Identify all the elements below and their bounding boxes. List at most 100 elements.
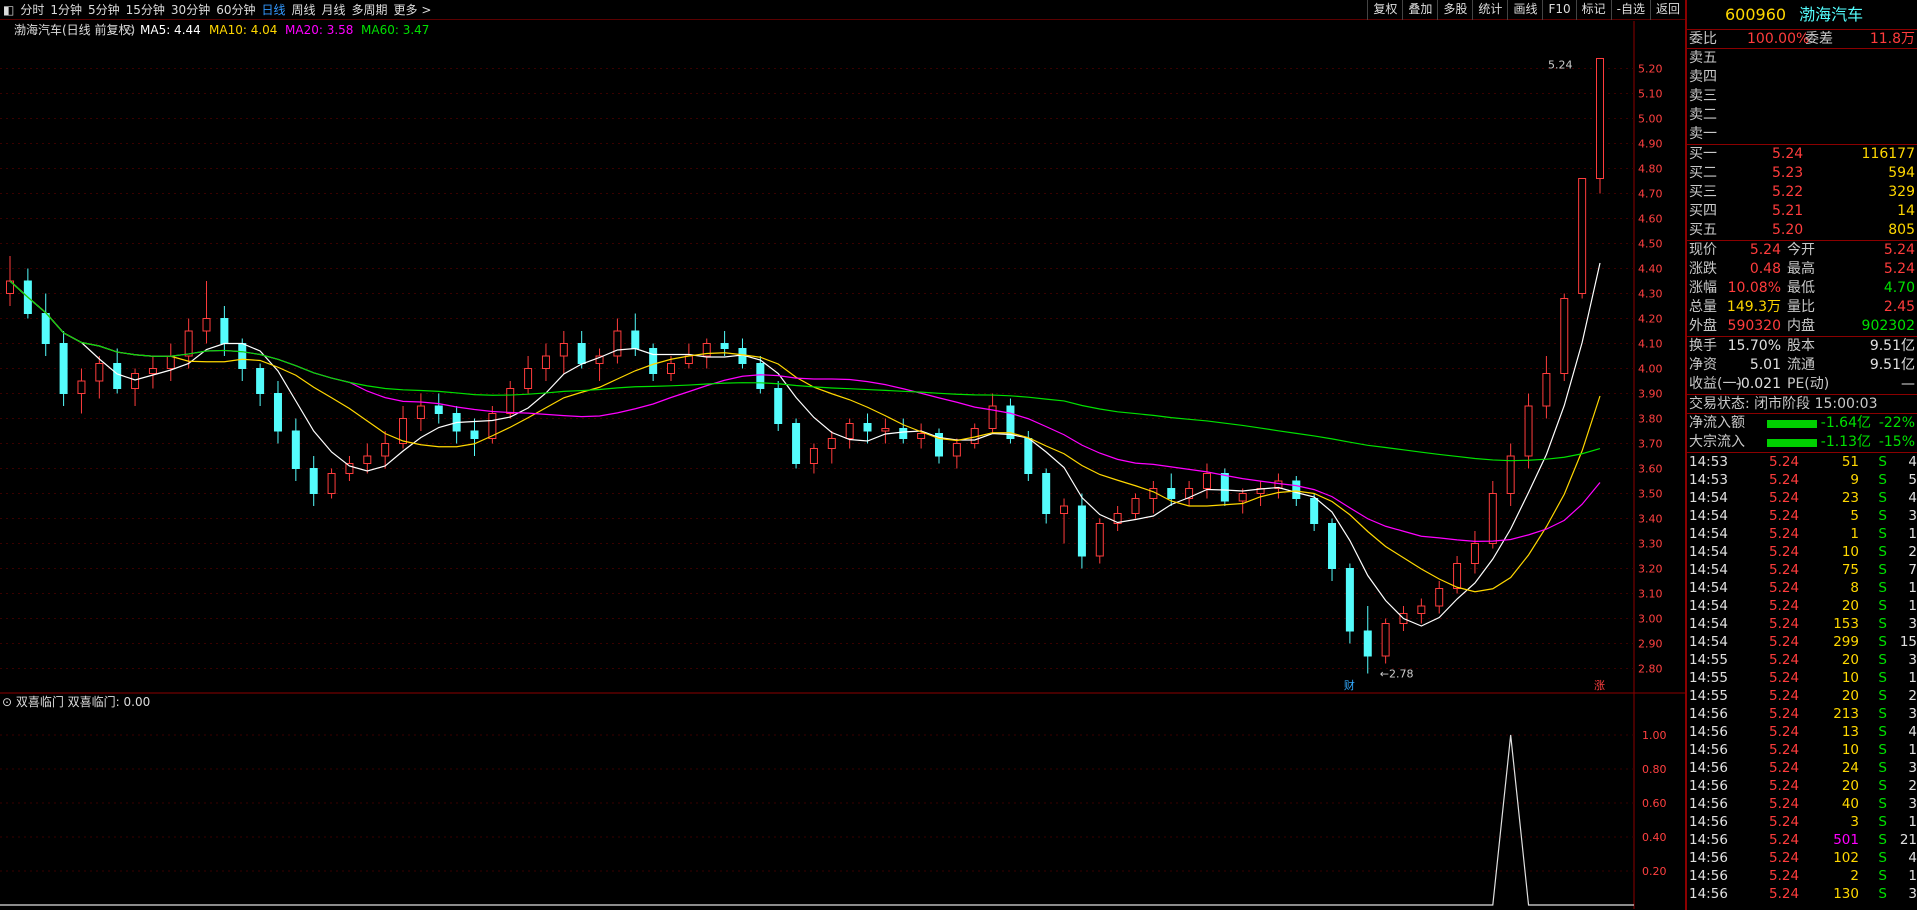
tick-count: 1 (1908, 580, 1917, 596)
quote-value: 149.3万 (1726, 299, 1781, 315)
candle-body (238, 343, 247, 369)
tick-count: 2 (1908, 544, 1917, 560)
kline-chart[interactable]: 5.20 5.10 5.00 4.90 4.80 4.70 4.60 4.50 4.40 4.30… (0, 21, 1685, 909)
tool-button[interactable]: 叠加 (1402, 0, 1437, 20)
period-tab[interactable]: 分时 (17, 1, 47, 18)
period-tab[interactable]: 日线 (258, 1, 288, 18)
tick-volume: 10 (1841, 742, 1859, 758)
period-tab[interactable]: 多周期 (349, 1, 391, 18)
candle-body (291, 430, 300, 469)
tool-button[interactable]: 画线 (1507, 0, 1542, 20)
candle-body (166, 355, 175, 369)
tick-count: 1 (1908, 670, 1917, 686)
candle-body (899, 428, 908, 439)
y-tick-label: 4.00 (1638, 363, 1663, 376)
tick-row: 14:56 5.24 102 S 4 (1687, 849, 1917, 867)
tick-count: 1 (1908, 868, 1917, 884)
tick-time: 14:55 (1689, 652, 1728, 668)
period-toolbar: ◧ 分时 1分钟 5分钟 15分钟 30分钟 60分钟 日线 周线 月线 多周期 更多 > 复权 叠加多… (0, 0, 1685, 20)
fund-flows: 净流入额 -1.64亿 -22% 大宗流入 -1.13亿 -15% (1687, 414, 1917, 453)
period-tab[interactable]: 5分钟 (85, 1, 123, 18)
corner-icon[interactable]: ◧ (0, 3, 17, 17)
period-tab[interactable]: 周线 (289, 1, 319, 18)
candle-body (41, 313, 50, 344)
tick-count: 3 (1908, 886, 1917, 902)
period-tab[interactable]: 1分钟 (47, 1, 85, 18)
tool-buttons: 复权 叠加 多股 统计 画线 F10 标记 -自选 返回 (1367, 0, 1685, 20)
candle-body (1453, 563, 1462, 589)
tool-button[interactable]: F10 (1542, 0, 1575, 20)
tick-volume: 20 (1841, 778, 1859, 794)
tick-row: 14:56 5.24 501 S 21 (1687, 831, 1917, 849)
buy-level: 买一 5.24 116177 (1687, 145, 1917, 164)
period-tab[interactable]: 月线 (319, 1, 349, 18)
candle-body (1310, 498, 1319, 524)
cai-marker[interactable]: 财 (1344, 678, 1355, 692)
tick-row: 14:53 5.24 9 S 5 (1687, 471, 1917, 489)
tool-button[interactable]: 返回 (1649, 0, 1685, 20)
period-tab[interactable]: 60分钟 (213, 1, 258, 18)
tick-row: 14:53 5.24 51 S 4 (1687, 453, 1917, 471)
tool-button[interactable]: 统计 (1472, 0, 1507, 20)
buy-label: 买四 (1689, 203, 1717, 219)
tick-row: 14:56 5.24 13 S 4 (1687, 723, 1917, 741)
low-label: ←2.78 (1380, 668, 1414, 681)
settings-icon[interactable]: ⊙ (125, 23, 135, 37)
flow-bar (1767, 439, 1817, 447)
tick-row: 14:55 5.24 10 S 1 (1687, 669, 1917, 687)
y-tick-label: 4.20 (1638, 313, 1663, 326)
tick-price: 5.24 (1769, 850, 1800, 866)
sell-label: 卖一 (1689, 126, 1717, 142)
tick-count: 3 (1908, 706, 1917, 722)
quote-label: 最低 (1787, 280, 1815, 296)
tick-volume: 75 (1841, 562, 1859, 578)
candle-body (649, 348, 658, 374)
flow-label: 大宗流入 (1689, 434, 1745, 450)
candle-body (1131, 498, 1140, 514)
period-tab[interactable]: 更多 > (391, 1, 435, 18)
tick-list[interactable]: 14:53 5.24 51 S 4 14:53 5.24 9 S 5 14:54 5.24 23 S 4 14… (1687, 453, 1917, 903)
y-tick-label: 5.10 (1638, 88, 1663, 101)
zhang-marker[interactable]: 涨 (1594, 679, 1605, 692)
tick-side: S (1878, 472, 1887, 488)
tick-row: 14:56 5.24 20 S 2 (1687, 777, 1917, 795)
tool-button[interactable]: 多股 (1437, 0, 1472, 20)
stock-name[interactable]: 渤海汽车 (1799, 5, 1863, 24)
tick-price: 5.24 (1769, 742, 1800, 758)
tick-row: 14:56 5.24 10 S 1 (1687, 741, 1917, 759)
candle-body (952, 443, 961, 457)
tick-side: S (1878, 454, 1887, 470)
tick-count: 4 (1908, 454, 1917, 470)
quote-value: 5.24 (1883, 261, 1915, 277)
candle-body (809, 448, 818, 464)
tick-price: 5.24 (1769, 688, 1800, 704)
candle-body (720, 343, 729, 349)
tick-volume: 299 (1833, 634, 1859, 650)
quote-label: 股本 (1787, 338, 1815, 354)
tool-button[interactable]: 标记 (1575, 0, 1611, 20)
tick-time: 14:56 (1689, 832, 1728, 848)
tick-volume: 3 (1850, 814, 1859, 830)
tick-time: 14:56 (1689, 886, 1728, 902)
candle-body (631, 330, 640, 349)
buy-label: 买一 (1689, 146, 1717, 162)
y-tick-label: 4.10 (1638, 338, 1663, 351)
tool-button[interactable]: 复权 (1367, 0, 1402, 20)
period-tab[interactable]: 30分钟 (168, 1, 213, 18)
quote-label: 外盘 (1689, 318, 1717, 334)
tick-count: 3 (1908, 796, 1917, 812)
flow-bar (1767, 420, 1817, 428)
tick-price: 5.24 (1769, 634, 1800, 650)
tick-volume: 24 (1841, 760, 1859, 776)
period-tab[interactable]: 15分钟 (123, 1, 168, 18)
tick-time: 14:54 (1689, 580, 1728, 596)
tick-time: 14:56 (1689, 850, 1728, 866)
candle-body (1328, 523, 1337, 569)
tick-time: 14:56 (1689, 814, 1728, 830)
quote-label: 现价 (1689, 242, 1717, 258)
ma10-line (9, 280, 1601, 593)
tool-button[interactable]: -自选 (1610, 0, 1650, 20)
flow-percent: -22% (1878, 415, 1915, 431)
tick-time: 14:54 (1689, 616, 1728, 632)
ind-y-tick: 0.40 (1642, 831, 1667, 844)
